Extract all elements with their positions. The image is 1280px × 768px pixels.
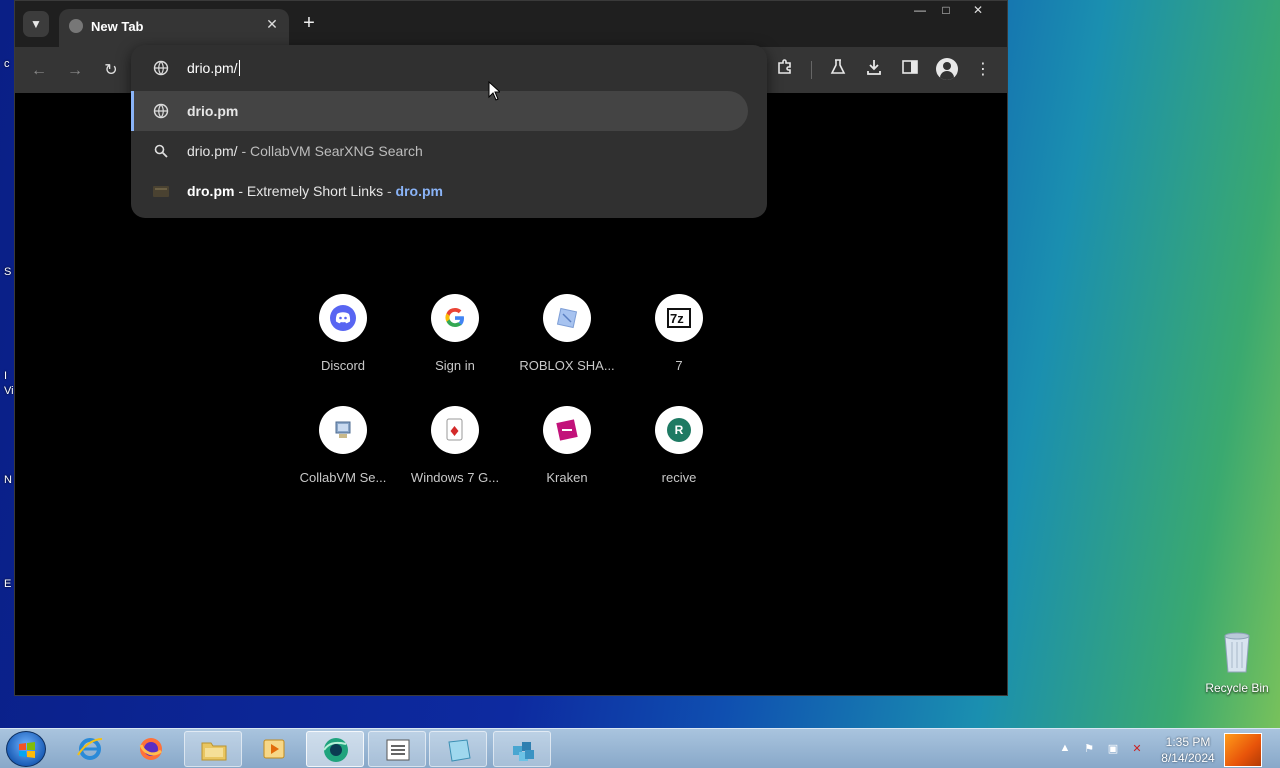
letter-r-icon: R xyxy=(655,406,703,454)
shortcut-tile[interactable]: CollabVM Se... xyxy=(287,406,399,516)
shortcut-label: Kraken xyxy=(546,470,588,485)
tray-expand-icon[interactable]: ▲ xyxy=(1058,742,1072,756)
list-window-icon xyxy=(386,739,410,761)
folder-icon xyxy=(201,742,227,761)
taskbar: ▲ ⚑ ▣ ✕ 1:35 PM 8/14/2024 xyxy=(0,728,1280,768)
windows-logo-icon xyxy=(19,742,35,758)
browser-app-icon xyxy=(323,738,348,762)
clock-time: 1:35 PM xyxy=(1165,735,1211,749)
media-player-icon xyxy=(263,739,285,759)
roblox-icon xyxy=(543,294,591,342)
taskbar-media-player[interactable] xyxy=(245,731,303,767)
new-tab-button[interactable]: + xyxy=(297,13,321,33)
taskbar-internet-explorer[interactable] xyxy=(61,731,119,767)
clock-date: 8/14/2024 xyxy=(1161,751,1215,765)
shortcut-label: ROBLOX SHA... xyxy=(519,358,615,373)
toolbar-divider xyxy=(811,61,812,79)
shortcut-label: Sign in xyxy=(435,358,475,373)
tab-search-button[interactable]: ▼ xyxy=(23,11,49,37)
suggestion-item[interactable]: drio.pm xyxy=(131,91,767,131)
maximize-icon[interactable]: □ xyxy=(933,1,959,19)
title-bar: ▼ New Tab ✕ + — □ ✕ xyxy=(15,1,1007,47)
shortcut-label: Discord xyxy=(320,358,366,373)
recycle-bin-icon xyxy=(1224,632,1250,673)
firefox-icon xyxy=(139,738,162,760)
network-icon[interactable]: ▣ xyxy=(1106,742,1120,756)
recycle-bin-label: Recycle Bin xyxy=(1205,681,1269,695)
browser-window: ▼ New Tab ✕ + — □ ✕ ← → ↻ ⋮ drio.pm/ dri… xyxy=(14,0,1008,696)
kraken-icon xyxy=(543,406,591,454)
cube-app-icon xyxy=(513,742,534,761)
taskbar-window[interactable] xyxy=(429,731,487,767)
suggestion-text: drio.pm xyxy=(187,103,239,119)
suggestion-text: dro.pm - Extremely Short Links - dro.pm xyxy=(187,183,443,199)
desktop-icon-fragment: c xyxy=(4,58,10,70)
svg-text:7z: 7z xyxy=(670,311,684,326)
desktop-icon-fragment: Vi xyxy=(4,385,14,397)
taskbar-app[interactable] xyxy=(493,731,551,767)
shortcut-tile[interactable]: 7z 7 xyxy=(623,294,735,404)
shortcut-tile[interactable]: Kraken xyxy=(511,406,623,516)
address-input[interactable]: drio.pm/ xyxy=(187,60,240,76)
shortcut-tile[interactable]: Sign in xyxy=(399,294,511,404)
show-desktop-button[interactable] xyxy=(1224,733,1262,767)
taskbar-firefox[interactable] xyxy=(122,731,180,767)
shortcut-tile[interactable]: R recive xyxy=(623,406,735,516)
tab-favicon-icon xyxy=(69,19,83,33)
shortcut-label: CollabVM Se... xyxy=(299,470,387,485)
desktop-icon-fragment: S xyxy=(4,266,12,278)
mouse-cursor-icon xyxy=(488,81,500,101)
window-app-icon xyxy=(448,739,471,762)
globe-icon xyxy=(153,60,169,76)
globe-icon xyxy=(153,103,169,119)
close-window-icon[interactable]: ✕ xyxy=(959,1,997,19)
site-favicon-icon xyxy=(153,186,169,197)
shortcut-tile[interactable]: Windows 7 G... xyxy=(399,406,511,516)
more-menu-icon[interactable]: ⋮ xyxy=(971,58,995,82)
chevron-down-icon: ▼ xyxy=(30,17,42,31)
minimize-icon[interactable]: — xyxy=(907,1,933,19)
google-icon xyxy=(431,294,479,342)
back-arrow-icon[interactable]: ← xyxy=(27,59,51,83)
start-button[interactable] xyxy=(6,731,46,767)
internet-explorer-icon xyxy=(77,738,103,760)
shortcut-tile[interactable]: ROBLOX SHA... xyxy=(511,294,623,404)
omnibox-dropdown: drio.pm/ drio.pm drio.pm/ - CollabVM Sea… xyxy=(131,45,767,218)
desktop-icon-fragment: N xyxy=(4,474,12,486)
action-center-flag-icon[interactable]: ⚑ xyxy=(1082,742,1096,756)
collabvm-icon xyxy=(319,406,367,454)
tab-title: New Tab xyxy=(91,19,144,34)
recycle-bin[interactable]: Recycle Bin xyxy=(1204,630,1270,695)
window-controls: — □ ✕ xyxy=(907,1,997,19)
shortcut-tile[interactable]: Discord xyxy=(287,294,399,404)
side-panel-icon[interactable] xyxy=(898,58,922,82)
close-tab-icon[interactable]: ✕ xyxy=(263,16,281,33)
forward-arrow-icon[interactable]: → xyxy=(63,59,87,83)
desktop-icon-fragment: E xyxy=(4,578,12,590)
taskbar-chrome[interactable] xyxy=(306,731,364,767)
shortcut-label: 7 xyxy=(675,358,683,373)
profile-avatar-icon[interactable] xyxy=(936,58,958,80)
7zip-icon: 7z xyxy=(655,294,703,342)
suggestion-item[interactable]: drio.pm/ - CollabVM SearXNG Search xyxy=(131,131,767,171)
taskbar-notepad[interactable] xyxy=(368,731,426,767)
search-icon xyxy=(154,144,168,158)
volume-muted-icon[interactable]: ✕ xyxy=(1130,742,1144,756)
suggestion-item[interactable]: dro.pm - Extremely Short Links - dro.pm xyxy=(131,171,767,211)
tab-new-tab[interactable]: New Tab ✕ xyxy=(59,9,289,47)
solitaire-icon xyxy=(431,406,479,454)
discord-icon xyxy=(319,294,367,342)
suggestion-text: drio.pm/ - CollabVM SearXNG Search xyxy=(187,143,423,159)
shortcut-label: recive xyxy=(661,470,697,485)
desktop-icon-fragment: I xyxy=(4,370,8,382)
reload-icon[interactable]: ↻ xyxy=(99,59,123,83)
downloads-icon[interactable] xyxy=(862,58,886,82)
labs-flask-icon[interactable] xyxy=(826,58,850,82)
clock[interactable]: 1:35 PM 8/14/2024 xyxy=(1150,734,1226,766)
address-bar[interactable]: drio.pm/ xyxy=(131,45,767,91)
taskbar-file-explorer[interactable] xyxy=(184,731,242,767)
shortcut-label: Windows 7 G... xyxy=(410,470,500,485)
extensions-puzzle-icon[interactable] xyxy=(773,58,797,82)
